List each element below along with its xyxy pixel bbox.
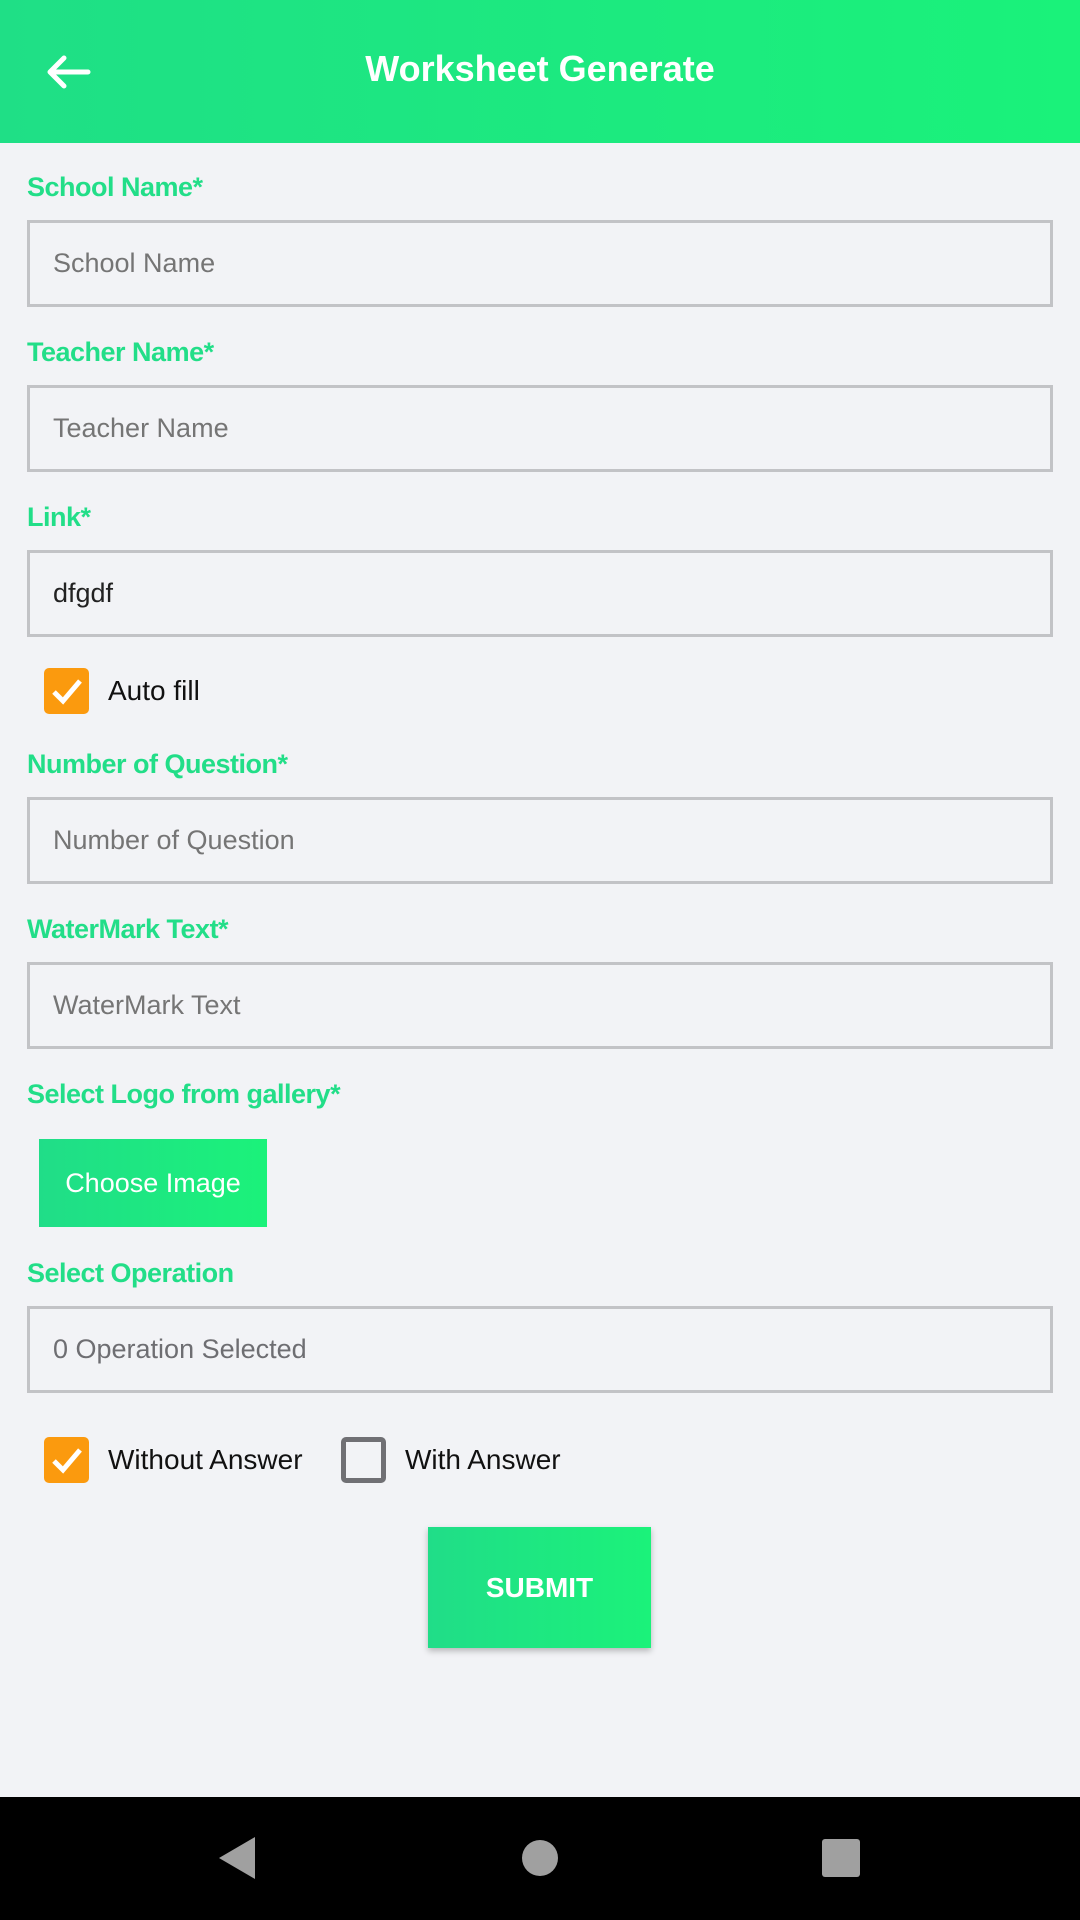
check-icon xyxy=(52,679,82,705)
number-of-question-label: Number of Question* xyxy=(27,749,288,779)
operation-select[interactable]: 0 Operation Selected xyxy=(27,1306,1053,1393)
app-header: Worksheet Generate xyxy=(0,0,1080,143)
school-name-label: School Name* xyxy=(27,172,203,202)
without-answer-label: Without Answer xyxy=(108,1444,303,1475)
back-triangle-icon[interactable] xyxy=(215,1835,259,1881)
link-input[interactable] xyxy=(27,550,1053,637)
check-icon xyxy=(52,1448,82,1474)
teacher-name-input[interactable] xyxy=(27,385,1053,472)
system-nav-bar xyxy=(0,1797,1080,1920)
with-answer-label: With Answer xyxy=(405,1444,561,1475)
submit-button[interactable]: SUBMIT xyxy=(428,1527,651,1648)
auto-fill-checkbox[interactable] xyxy=(44,668,89,714)
recents-square-icon[interactable] xyxy=(821,1838,861,1878)
watermark-input[interactable] xyxy=(27,962,1053,1049)
school-name-input[interactable] xyxy=(27,220,1053,307)
teacher-name-label: Teacher Name* xyxy=(27,337,214,367)
without-answer-checkbox[interactable] xyxy=(44,1437,89,1483)
page-title: Worksheet Generate xyxy=(365,48,715,89)
logo-label: Select Logo from gallery* xyxy=(27,1079,341,1109)
with-answer-checkbox[interactable] xyxy=(341,1437,386,1483)
link-label: Link* xyxy=(27,502,91,532)
home-circle-icon[interactable] xyxy=(520,1838,560,1878)
watermark-label: WaterMark Text* xyxy=(27,914,229,944)
choose-image-button[interactable]: Choose Image xyxy=(39,1139,267,1227)
auto-fill-label: Auto fill xyxy=(108,675,200,706)
number-of-question-input[interactable] xyxy=(27,797,1053,884)
operation-label: Select Operation xyxy=(27,1258,234,1288)
